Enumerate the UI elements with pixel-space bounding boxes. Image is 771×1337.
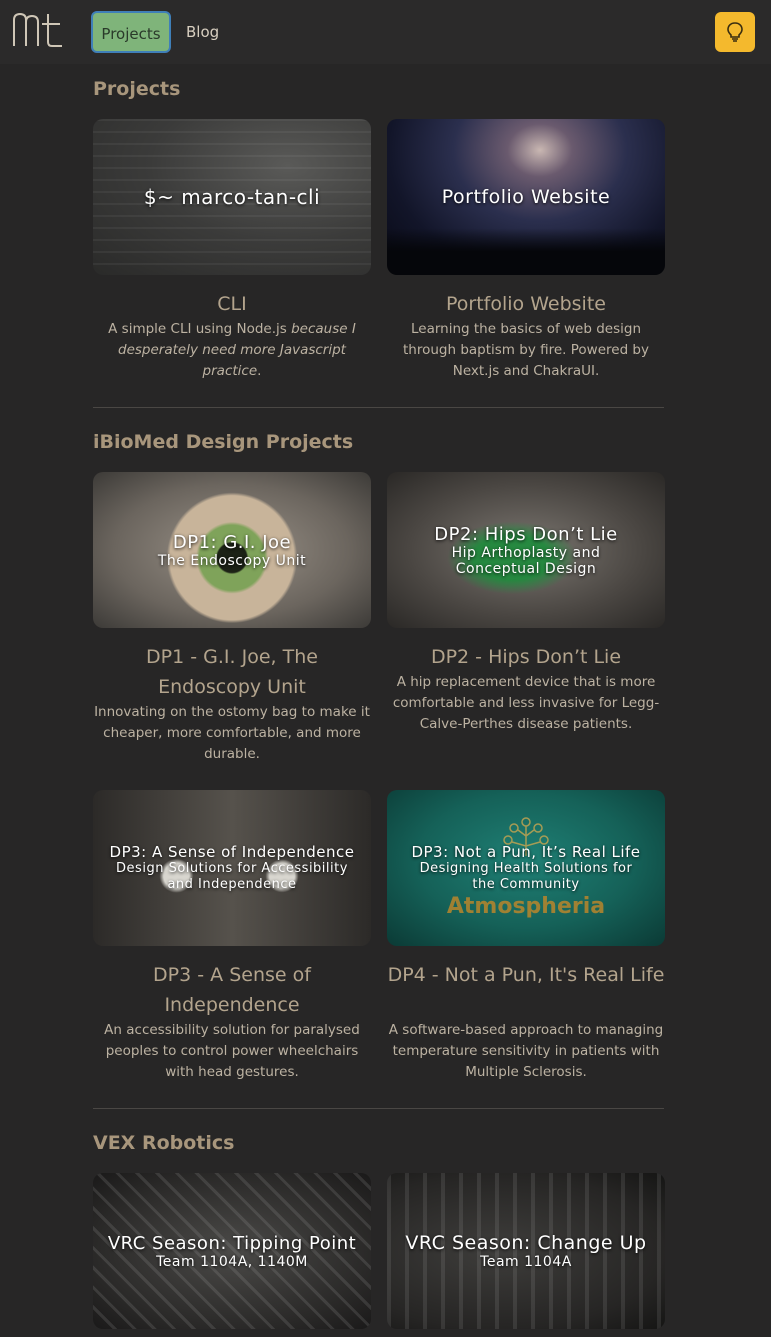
mt-logo-icon[interactable]: mt: [12, 12, 64, 48]
card-title-dp3[interactable]: DP3 - A Sense of Independence: [93, 960, 371, 1020]
thumbnail-subtitle: The Endoscopy Unit: [157, 552, 307, 569]
portfolio-thumbnail[interactable]: Portfolio Website: [387, 119, 665, 275]
vex-change-up-thumbnail[interactable]: VRC Season: Change Up Team 1104A: [387, 1173, 665, 1329]
thumbnail-title: DP3: A Sense of Independence: [109, 843, 355, 861]
dp1-thumbnail[interactable]: DP1: G.I. Joe The Endoscopy Unit: [93, 472, 371, 628]
nav-projects-link[interactable]: Projects: [91, 11, 171, 53]
thumbnail-subtitle: Design Solutions for Accessibility and I…: [116, 861, 348, 892]
card-description-dp1: Innovating on the ostomy bag to make it …: [94, 704, 370, 762]
thumbnail-title: DP3: Not a Pun, It’s Real Life: [411, 843, 641, 861]
thumbnail-subtitle: Hip Arthoplasty and Conceptual Design: [451, 544, 601, 577]
dp2-thumbnail[interactable]: DP2: Hips Don’t Lie Hip Arthoplasty and …: [387, 472, 665, 628]
nav-blog-link[interactable]: Blog: [178, 11, 227, 53]
card-description-cli: A simple CLI using Node.js because I des…: [93, 319, 371, 382]
thumbnail-subtitle: Team 1104A, 1140M: [156, 1253, 308, 1270]
cli-thumbnail[interactable]: $~ marco-tan-cli: [93, 119, 371, 275]
theme-toggle-button[interactable]: [715, 12, 755, 52]
description-end: .: [257, 363, 262, 379]
thumbnail-title: Portfolio Website: [441, 186, 611, 208]
vex-tipping-point-thumbnail[interactable]: VRC Season: Tipping Point Team 1104A, 11…: [93, 1173, 371, 1329]
card-description-dp2: A hip replacement device that is more co…: [392, 674, 660, 732]
dp4-thumbnail[interactable]: Atmospheria DP3: Not a Pun, It’s Real Li…: [387, 790, 665, 946]
section-divider: [93, 1108, 664, 1109]
card-title-dp4[interactable]: DP4 - Not a Pun, It's Real Life: [387, 960, 665, 990]
thumbnail-title: DP2: Hips Don’t Lie: [434, 523, 618, 545]
section-title-vex: VEX Robotics: [93, 1132, 235, 1154]
thumbnail-title: VRC Season: Tipping Point: [107, 1232, 357, 1254]
card-description-portfolio: Learning the basics of web design throug…: [402, 321, 649, 379]
section-divider: [93, 407, 664, 408]
section-title-ibiomed: iBioMed Design Projects: [93, 431, 354, 453]
thumbnail-title: $~ marco-tan-cli: [143, 185, 321, 209]
lightbulb-icon: [727, 22, 743, 42]
card-description-dp4: A software-based approach to managing te…: [388, 1022, 664, 1080]
card-title-portfolio[interactable]: Portfolio Website: [387, 289, 665, 319]
card-title-cli[interactable]: CLI: [93, 289, 371, 319]
card-title-dp1[interactable]: DP1 - G.I. Joe, The Endoscopy Unit: [93, 642, 371, 702]
top-navigation-bar: mt Projects Blog: [0, 0, 771, 64]
thumbnail-title: DP1: G.I. Joe: [172, 531, 292, 553]
thumbnail-subtitle: Team 1104A: [480, 1254, 572, 1270]
card-description-dp3: An accessibility solution for paralysed …: [104, 1022, 360, 1080]
thumbnail-subtitle: Designing Health Solutions for the Commu…: [419, 861, 633, 892]
thumbnail-title: VRC Season: Change Up: [405, 1232, 647, 1254]
dp3-independence-thumbnail[interactable]: DP3: A Sense of Independence Design Solu…: [93, 790, 371, 946]
description-text: A simple CLI using Node.js: [108, 321, 292, 337]
card-title-dp2[interactable]: DP2 - Hips Don’t Lie: [387, 642, 665, 672]
section-title-projects: Projects: [93, 78, 181, 100]
